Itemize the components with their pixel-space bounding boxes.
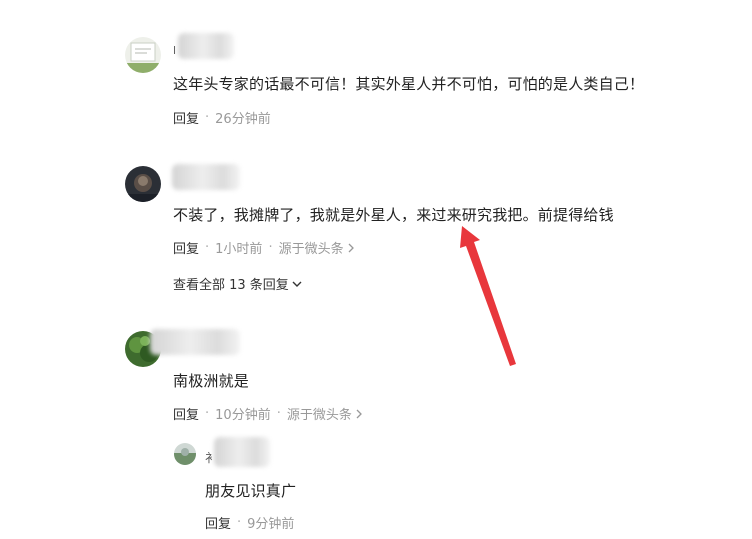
separator-dot: · — [205, 110, 210, 125]
separator-dot: · — [237, 515, 242, 530]
comment-meta: 回复 · 26分钟前 — [173, 108, 271, 127]
comment-meta: 回复 · 10分钟前 · 源于微头条 — [173, 404, 363, 423]
view-all-replies-label: 查看全部 13 条回复 — [173, 278, 289, 293]
chevron-right-icon — [348, 243, 354, 252]
timestamp: 26分钟前 — [215, 112, 271, 127]
separator-dot: · — [276, 406, 281, 421]
reply-button[interactable]: 回复 — [173, 108, 199, 127]
chevron-right-icon — [356, 409, 362, 418]
author-name-blurred[interactable] — [150, 329, 240, 355]
separator-dot: · — [205, 240, 210, 255]
reply-button[interactable]: 回复 — [205, 513, 231, 532]
source-link[interactable]: 源于微头条 — [279, 238, 355, 257]
avatar-image-icon — [125, 37, 161, 73]
avatar[interactable] — [174, 443, 196, 465]
reply-button[interactable]: 回复 — [173, 404, 199, 423]
reply-text: 朋友见识真广 — [205, 482, 297, 500]
author-name-prefix[interactable]: l — [173, 44, 176, 57]
comment-text: 南极洲就是 — [173, 372, 250, 390]
source-label: 源于微头条 — [286, 408, 352, 423]
avatar[interactable] — [125, 37, 161, 73]
timestamp: 10分钟前 — [215, 408, 271, 423]
avatar-image-icon — [174, 443, 196, 465]
author-name-blurred[interactable] — [214, 437, 270, 467]
comment-text: 不装了，我摊牌了，我就是外星人，来过来研究我把。前提得给钱 — [173, 206, 614, 224]
separator-dot: · — [268, 240, 273, 255]
avatar-image-icon — [125, 166, 161, 202]
reply-button[interactable]: 回复 — [173, 238, 199, 257]
source-label: 源于微头条 — [278, 242, 344, 257]
timestamp: 9分钟前 — [247, 517, 295, 532]
view-all-replies-button[interactable]: 查看全部 13 条回复 — [173, 274, 302, 293]
avatar[interactable] — [125, 166, 161, 202]
author-name-blurred[interactable] — [178, 33, 234, 59]
author-name-blurred[interactable] — [172, 164, 240, 190]
comment-text: 这年头专家的话最不可信！其实外星人并不可怕，可怕的是人类自己！ — [173, 75, 645, 93]
timestamp: 1小时前 — [215, 242, 263, 257]
chevron-down-icon — [292, 281, 302, 287]
source-link[interactable]: 源于微头条 — [287, 404, 363, 423]
comment-meta: 回复 · 1小时前 · 源于微头条 — [173, 238, 355, 257]
separator-dot: · — [205, 406, 210, 421]
reply-meta: 回复 · 9分钟前 — [205, 513, 294, 532]
